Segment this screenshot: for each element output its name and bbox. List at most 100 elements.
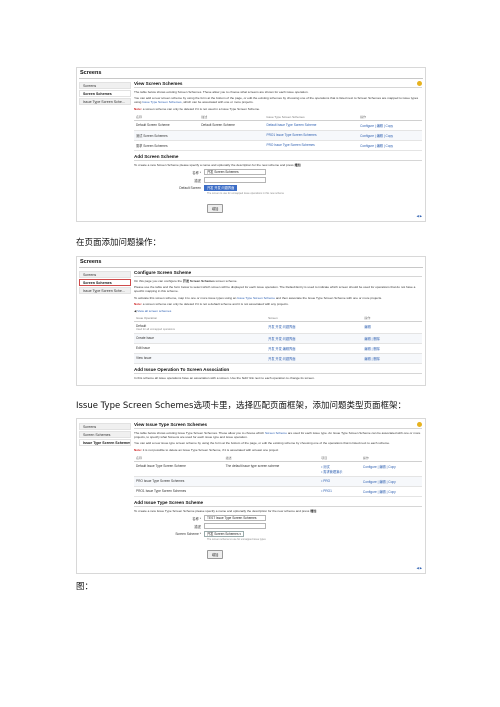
section-heading: View Screen Schemes [134, 81, 422, 88]
sidebar-item-screen-schemes[interactable]: Screen Schemes [79, 90, 131, 97]
page-title: Screens [80, 70, 102, 76]
note-text: a screen scheme can only be deleted if i… [141, 301, 289, 306]
instructions-text: You can add a new issue type screen sche… [134, 441, 390, 446]
pager-icons[interactable]: ◀ ▶ [417, 214, 422, 218]
scheme-name: Default Screen Scheme [134, 120, 200, 131]
caption-figure: 图： [76, 582, 94, 592]
screen-scheme-label: Screen Scheme * [175, 532, 201, 537]
screen-scheme-link[interactable]: Screen Scheme [265, 431, 287, 435]
project-links[interactable]: • 测试 • 需求管理演示 [319, 461, 361, 477]
sidebar-item-issue-type-screen-schemes[interactable]: Issue Type Screen Sche... [79, 287, 131, 294]
operation-name: Create Issue [134, 333, 267, 345]
sidebar-item-screen-schemes[interactable]: Screen Schemes [79, 279, 131, 286]
name-label: 名称 * [192, 170, 201, 175]
row-operations[interactable]: 编辑 | 删除 [362, 343, 422, 355]
operation-name: Default Used for all unmapped operations [134, 321, 267, 335]
add-instructions: To create a new Screen Scheme please spe… [134, 163, 422, 167]
sidebar-item-issue-type-screen-schemes[interactable]: Issue Type Screen Schemes [79, 439, 131, 446]
issue-type-screen-scheme-link[interactable]: Issue Type Screen Scheme [237, 296, 275, 300]
issue-type-scheme-link[interactable]: Default Issue Type Screen Scheme [264, 120, 359, 131]
operation-name: View Issue [134, 353, 267, 365]
row-operations[interactable]: Configure | 编辑 | Copy [360, 461, 422, 477]
sidebar-item-issue-type-screen-schemes[interactable]: Issue Type Screen Sche... [79, 98, 131, 105]
table-row: PRO Issue Type Screen Schemes • PRO Conf… [134, 476, 422, 487]
activation-part: To activate this screen scheme, map it t… [134, 295, 238, 300]
operation-screen-link[interactable]: 开发 开发 问题界面 [266, 321, 363, 335]
section-heading: Configure Screen Scheme [134, 270, 422, 277]
name-input[interactable]: TEST Issue Type Screen Schemes [204, 515, 266, 522]
scheme-description: The default issue type screen scheme [223, 461, 320, 477]
intro-text: On this page you can configure the 开发 Sc… [134, 279, 422, 283]
default-screen-hint: The screen to use for unmapped issue ope… [207, 192, 284, 196]
add-button[interactable]: 增加 [207, 550, 224, 560]
scheme-description [199, 130, 265, 141]
project-links[interactable]: • PRO [319, 476, 361, 487]
operation-screen-link[interactable]: 开发 开发 编辑界面 [266, 343, 363, 355]
add-instructions: To create a new Issue Type Screen Scheme… [134, 509, 422, 513]
scheme-description [223, 476, 320, 487]
screen-scheme-select[interactable]: 开发 Screen Schemes ▾ [204, 531, 245, 538]
screen-scheme-hint: The screen scheme to use for unmapped is… [207, 538, 266, 542]
section-heading: View Issue Type Screen Schemes [134, 422, 422, 429]
table-row: Default Screen Scheme Default Screen Sch… [134, 120, 422, 131]
sidebar-item-screen-schemes[interactable]: Screen Schemes [79, 431, 131, 438]
default-screen-select[interactable]: 开发 开发 问题界面 [204, 185, 238, 192]
note-text: it is not possible to delete an Issue Ty… [141, 447, 279, 452]
row-operations[interactable]: Configure | 编辑 | Copy [358, 140, 422, 151]
operations-table: Issue Operation Screen 操作 Default Used fo… [134, 315, 422, 365]
sidebar-item-screens[interactable]: Screens [79, 271, 131, 278]
description-row: 描述 [134, 523, 422, 530]
add-instructions-part: To create a new Issue Type Screen Scheme… [134, 508, 311, 513]
project-links[interactable]: • PRO1 [319, 486, 361, 497]
scheme-name: 测试 Screen Schemes [134, 130, 200, 141]
main-content: View Issue Type Screen Schemes The table… [134, 422, 422, 570]
row-operations[interactable]: 编辑 [362, 321, 422, 335]
table-row: Edit Issue 开发 开发 编辑界面 编辑 | 删除 [134, 343, 422, 355]
table-row: View Issue 开发 开发 问题界面 编辑 | 删除 [134, 353, 422, 365]
description-row: 描述 [134, 177, 422, 184]
caption-add-operation: 在页面添加问题操作： [76, 238, 162, 248]
row-operations[interactable]: 编辑 | 删除 [362, 353, 422, 365]
row-operations[interactable]: Configure | 编辑 | Copy [360, 476, 422, 487]
delete-note: Note: it is not possible to delete an Is… [134, 448, 422, 452]
sidebar: Screens Screen Schemes Issue Type Screen… [79, 271, 131, 295]
add-section-heading: Add Issue Type Screen Scheme [134, 500, 422, 507]
description-label: 描述 [194, 524, 201, 529]
sidebar-item-screens[interactable]: Screens [79, 82, 131, 89]
scheme-name: PRO Issue Type Screen Schemes [134, 476, 224, 487]
issue-type-scheme-link[interactable]: PRO Issue Type Screen Schemes [264, 140, 359, 151]
add-instructions: In this scheme all issue operations have… [134, 376, 315, 381]
add-button[interactable]: 增加 [207, 204, 224, 214]
sidebar: Screens Screen Schemes Issue Type Screen… [79, 82, 131, 106]
operation-screen-link[interactable]: 开发 开发 问题界面 [266, 333, 363, 345]
description-input[interactable] [204, 177, 266, 184]
pager-icons[interactable]: ◀ ▶ [417, 566, 422, 570]
table-row: 需求 Screen Schemes PRO Issue Type Screen … [134, 140, 422, 151]
activation-part: and then associate the Issue Type Screen… [274, 295, 383, 300]
sidebar: Screens Screen Schemes Issue Type Screen… [79, 423, 131, 447]
issue-type-screen-schemes-link[interactable]: Issue Type Screen Schemes [142, 100, 181, 104]
operation-sublabel: Used for all unmapped operations [136, 328, 175, 332]
sidebar-item-screens[interactable]: Screens [79, 423, 131, 430]
view-all-link[interactable]: View all screen schemes [137, 309, 171, 313]
instructions-part: , which can be associated with one or mo… [181, 100, 254, 105]
row-operations[interactable]: Configure | 编辑 | Copy [360, 486, 422, 497]
intro-part: On this page you can configure the [134, 279, 183, 283]
scheme-description [223, 486, 320, 497]
table-row: Default Issue Type Screen Scheme The def… [134, 461, 422, 477]
name-row: 名称 * 开发 Screen Schemes [134, 169, 422, 176]
usage-text: Please use the table and the form below … [134, 285, 416, 294]
issue-type-scheme-link[interactable]: PRO1 Issue Type Screen Schemes [264, 130, 359, 141]
scheme-description: Default Screen Scheme [199, 120, 265, 131]
operation-screen-link[interactable]: 开发 开发 问题界面 [266, 353, 363, 365]
name-input[interactable]: 开发 Screen Schemes [204, 169, 266, 176]
scheme-description [199, 140, 265, 151]
add-instructions-part: To create a new Screen Scheme please spe… [134, 162, 295, 167]
row-operations[interactable]: Configure | 编辑 | Copy [358, 120, 422, 131]
main-content: View Screen Schemes The table below show… [134, 81, 422, 218]
screen-schemes-table: 名称 描述 Issue Type Screen Schemes 操作 Defau… [134, 113, 422, 151]
description-input[interactable] [204, 523, 266, 530]
row-operations[interactable]: Configure | 编辑 | Copy [358, 130, 422, 141]
title-divider [79, 78, 423, 79]
row-operations[interactable]: 编辑 | 删除 [362, 333, 422, 345]
